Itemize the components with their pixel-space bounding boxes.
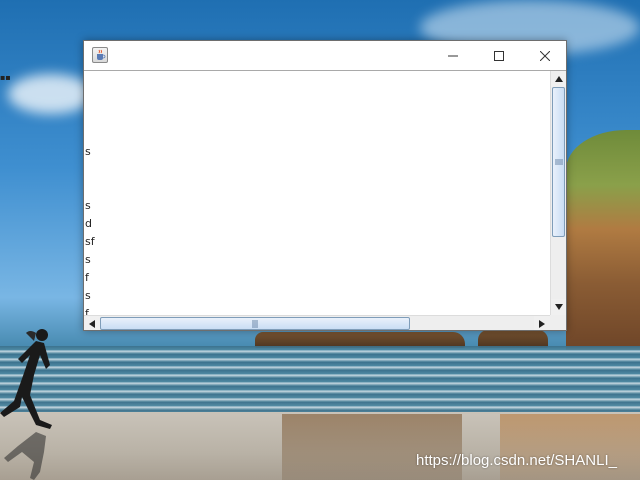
scroll-up-button[interactable] [551,71,566,87]
arrow-left-icon [89,319,95,328]
rock-reflection [500,414,640,480]
maximize-button[interactable] [476,41,522,70]
vertical-scroll-thumb[interactable] [552,87,565,237]
close-icon [540,50,550,61]
scroll-right-button[interactable] [534,316,550,330]
text-line: s [85,145,91,158]
sea-cliff [566,130,640,350]
maximize-icon [494,50,504,61]
desktop-icon-edge[interactable]: ▪▪ [0,74,11,82]
text-line: sf [85,235,95,248]
arrow-right-icon [539,319,545,328]
close-button[interactable] [522,41,568,70]
text-line: s [85,289,91,302]
grip-icon [554,159,563,165]
runner-reflection [4,432,46,480]
vertical-scrollbar[interactable] [550,71,566,315]
minimize-icon [448,55,458,56]
text-line: s [85,199,91,212]
horizontal-scrollbar[interactable] [84,315,550,330]
rock-reflection [282,414,462,480]
cloud [8,74,94,114]
runner-silhouette [0,329,52,429]
grip-icon [252,319,258,328]
text-line: f [85,307,89,315]
horizontal-scroll-thumb[interactable] [100,317,410,330]
minimize-button[interactable] [430,41,476,70]
scroll-pane[interactable]: s s d sf s f s f [84,70,566,330]
app-window[interactable]: s s d sf s f s f [83,40,567,331]
text-line: s [85,253,91,266]
text-area[interactable]: s s d sf s f s f [84,71,550,315]
text-line: d [85,217,92,230]
arrow-down-icon [554,304,563,310]
scroll-left-button[interactable] [84,316,100,330]
text-line: f [85,271,89,284]
java-cup-icon[interactable] [92,47,108,63]
ocean-waves [0,346,640,416]
scroll-down-button[interactable] [551,299,566,315]
watermark-text: https://blog.csdn.net/SHANLI_ [416,452,617,469]
arrow-up-icon [554,76,563,82]
scroll-corner [550,315,566,330]
title-bar[interactable] [84,41,566,70]
